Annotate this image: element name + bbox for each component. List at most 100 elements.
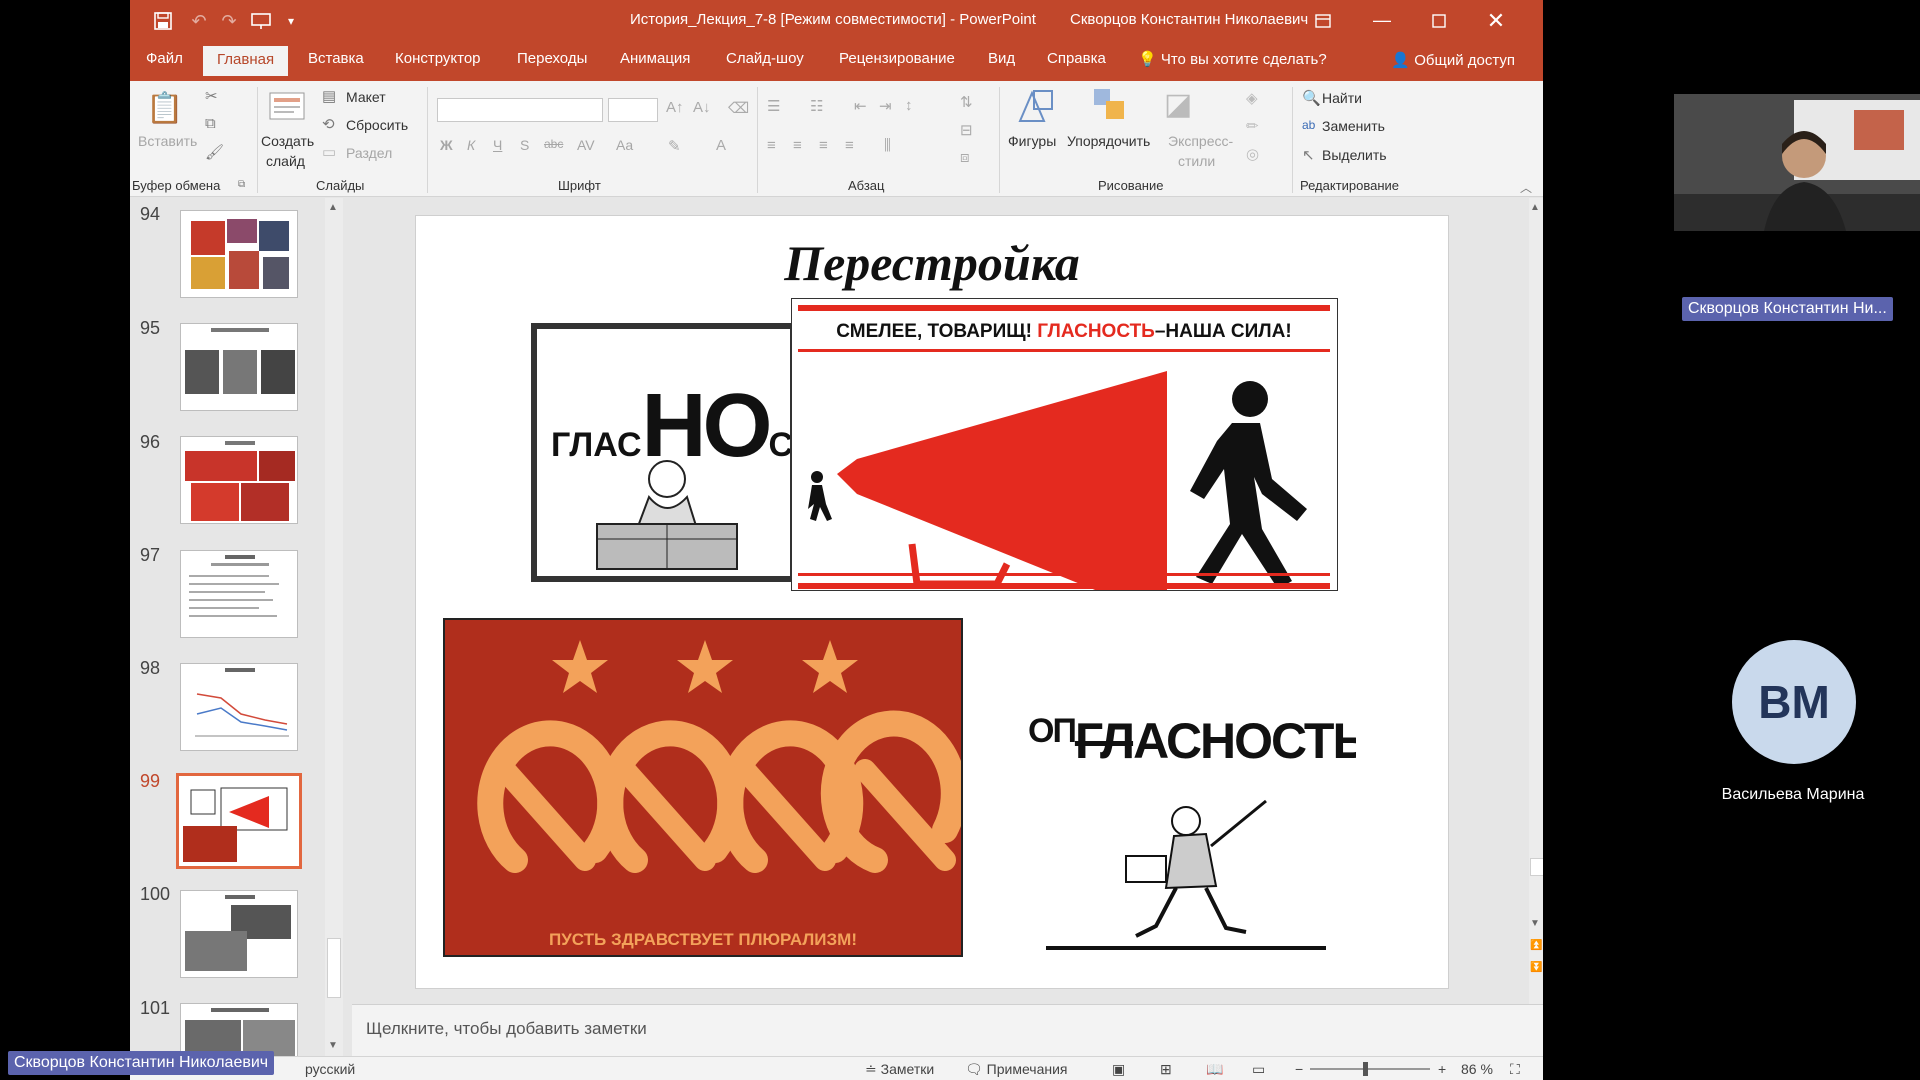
scroll-up-icon[interactable]: ▲ xyxy=(328,202,338,213)
increase-font-icon[interactable]: A↑ xyxy=(666,99,684,116)
tab-view[interactable]: Вид xyxy=(988,50,1015,67)
italic-button[interactable]: К xyxy=(467,137,475,153)
notes-pane[interactable]: Щелкните, чтобы добавить заметки xyxy=(352,1004,1543,1056)
slide-thumbnail-99-selected[interactable] xyxy=(176,773,302,869)
slide-thumbnail-94[interactable] xyxy=(180,210,298,298)
align-right-icon[interactable]: ≡ xyxy=(819,137,828,154)
shape-fill-icon[interactable]: ◈ xyxy=(1246,89,1258,107)
redo-icon[interactable]: ↷ xyxy=(216,8,242,34)
collapse-ribbon-icon[interactable]: ︿ xyxy=(1520,179,1532,196)
font-size-box[interactable] xyxy=(608,98,658,122)
section-button[interactable]: Раздел xyxy=(346,145,392,161)
fit-to-window-icon[interactable]: ⛶ xyxy=(1510,1061,1520,1078)
select-icon[interactable]: ↖ xyxy=(1302,146,1315,164)
shapes-button[interactable]: Фигуры xyxy=(1008,133,1056,149)
tab-review[interactable]: Рецензирование xyxy=(839,50,955,67)
close-icon[interactable]: ✕ xyxy=(1468,0,1524,41)
slide-thumbnail-95[interactable] xyxy=(180,323,298,411)
slideshow-view-icon[interactable]: ▭ xyxy=(1252,1061,1265,1078)
ribbon-display-options-icon[interactable] xyxy=(1295,0,1351,41)
scroll-up-icon[interactable]: ▲ xyxy=(1530,202,1540,213)
paste-button[interactable]: Вставить xyxy=(138,133,197,149)
line-spacing-icon[interactable]: ↕ xyxy=(905,97,913,114)
minimize-icon[interactable]: — xyxy=(1354,0,1410,41)
smartart-icon[interactable]: ⧈ xyxy=(960,149,970,166)
notes-toggle[interactable]: ≐ Заметки xyxy=(865,1061,934,1078)
find-icon[interactable]: 🔍 xyxy=(1302,89,1321,107)
maximize-icon[interactable] xyxy=(1411,0,1467,41)
tab-design[interactable]: Конструктор xyxy=(395,50,481,67)
slide-scrollbar[interactable] xyxy=(1529,198,1543,1004)
quick-styles-label-2[interactable]: стили xyxy=(1178,153,1215,169)
quick-styles-label-1[interactable]: Экспресс- xyxy=(1168,133,1233,149)
justify-icon[interactable]: ≡ xyxy=(845,137,854,154)
clear-formatting-icon[interactable]: ⌫ xyxy=(728,99,749,117)
slide-thumbnail-98[interactable] xyxy=(180,663,298,751)
clipboard-launcher-icon[interactable]: ⧉ xyxy=(238,179,245,190)
normal-view-icon[interactable]: ▣ xyxy=(1112,1061,1125,1078)
numbering-icon[interactable]: ☷ xyxy=(810,97,823,115)
slide-thumbnail-96[interactable] xyxy=(180,436,298,524)
arrange-icon[interactable] xyxy=(1092,87,1128,127)
slide-title[interactable]: Перестройка xyxy=(416,234,1448,292)
poster-pluralism[interactable]: ПУСТЬ ЗДРАВСТВУЕТ ПЛЮРАЛИЗМ! xyxy=(443,618,963,957)
slide-sorter-icon[interactable]: ⊞ xyxy=(1160,1061,1172,1078)
bullets-icon[interactable]: ☰ xyxy=(767,97,780,115)
text-direction-icon[interactable]: ⇅ xyxy=(960,93,973,111)
present-from-start-icon[interactable] xyxy=(248,8,274,34)
find-button[interactable]: Найти xyxy=(1322,90,1362,106)
poster-glasnost[interactable]: ГЛАСНОСТЬ! xyxy=(531,323,796,582)
layout-icon[interactable]: ▤ xyxy=(322,87,336,105)
shadow-button[interactable]: S xyxy=(520,137,529,153)
reset-button[interactable]: Сбросить xyxy=(346,117,408,133)
increase-indent-icon[interactable]: ⇥ xyxy=(879,97,892,115)
thumbnail-scrollbar[interactable] xyxy=(325,198,343,1056)
shape-outline-icon[interactable]: ✏ xyxy=(1246,117,1259,135)
next-slide-icon[interactable]: ⏬ xyxy=(1530,962,1542,973)
reset-icon[interactable]: ⟲ xyxy=(322,115,335,133)
bold-button[interactable]: Ж xyxy=(440,137,453,153)
tell-me-box[interactable]: 💡 Что вы хотите сделать? xyxy=(1138,50,1327,68)
replace-button[interactable]: Заменить xyxy=(1322,118,1385,134)
scroll-down-icon[interactable]: ▼ xyxy=(328,1040,338,1051)
align-text-icon[interactable]: ⊟ xyxy=(960,121,973,139)
select-button[interactable]: Выделить xyxy=(1322,147,1387,163)
language-indicator[interactable]: русский xyxy=(305,1061,355,1077)
zoom-slider-handle[interactable] xyxy=(1363,1062,1368,1076)
replace-icon[interactable]: ab xyxy=(1302,118,1315,132)
zoom-slider[interactable] xyxy=(1310,1068,1430,1070)
cut-icon[interactable]: ✂ xyxy=(205,87,218,105)
align-center-icon[interactable]: ≡ xyxy=(793,137,802,154)
signed-in-user[interactable]: Скворцов Константин Николаевич xyxy=(1070,11,1308,28)
decrease-font-icon[interactable]: A↓ xyxy=(693,99,711,116)
customize-qat-icon[interactable]: ▾ xyxy=(278,8,304,34)
poster-megaphone[interactable]: СМЕЛЕЕ, ТОВАРИЩ! ГЛАСНОСТЬ–НАША СИЛА! xyxy=(791,298,1338,591)
previous-slide-icon[interactable]: ⏫ xyxy=(1530,940,1542,951)
new-slide-label-1[interactable]: Создать xyxy=(261,133,314,149)
layout-button[interactable]: Макет xyxy=(346,89,386,105)
reading-view-icon[interactable]: 📖 xyxy=(1206,1061,1223,1078)
comments-toggle[interactable]: 🗨 Примечания xyxy=(965,1061,1068,1078)
tab-home[interactable]: Главная xyxy=(203,46,289,76)
zoom-out-icon[interactable]: − xyxy=(1295,1061,1303,1077)
share-button[interactable]: 👤 Общий доступ xyxy=(1391,51,1515,69)
strikethrough-button[interactable]: abc xyxy=(544,137,563,151)
underline-button[interactable]: Ч xyxy=(493,137,502,153)
font-color-icon[interactable]: A xyxy=(716,137,726,154)
tab-insert[interactable]: Вставка xyxy=(308,50,364,67)
columns-icon[interactable]: ⫼ xyxy=(884,137,891,154)
paste-icon[interactable]: 📋 xyxy=(146,91,183,126)
slide-thumbnail-100[interactable] xyxy=(180,890,298,978)
quick-styles-icon[interactable]: ◪ xyxy=(1164,87,1192,122)
slide-scroll-thumb[interactable] xyxy=(1530,858,1543,876)
tab-animations[interactable]: Анимация xyxy=(620,50,690,67)
copy-icon[interactable]: ⧉ xyxy=(205,115,216,132)
thumbnail-scroll-thumb[interactable] xyxy=(327,938,341,998)
change-case-button[interactable]: Aa xyxy=(616,137,633,153)
align-left-icon[interactable]: ≡ xyxy=(767,137,776,154)
decrease-indent-icon[interactable]: ⇤ xyxy=(854,97,867,115)
poster-opasnost[interactable]: ОПГЛАСНОСТЬ xyxy=(1016,706,1356,966)
undo-icon[interactable]: ↶ xyxy=(186,8,212,34)
slide-thumbnail-101[interactable] xyxy=(180,1003,298,1056)
shapes-icon[interactable] xyxy=(1016,87,1056,127)
